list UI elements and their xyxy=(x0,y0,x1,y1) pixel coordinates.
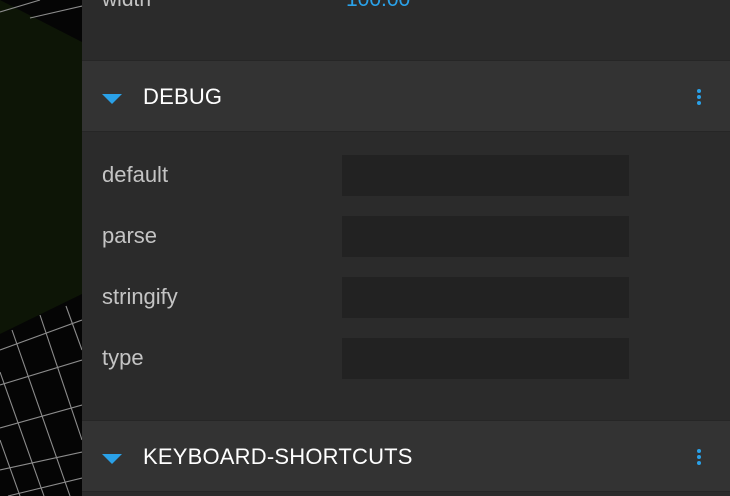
caret-down-icon[interactable] xyxy=(102,94,122,104)
property-row-parse: parse xyxy=(82,216,730,260)
3d-viewport[interactable] xyxy=(0,0,82,496)
vertical-dots-icon[interactable] xyxy=(694,449,704,469)
property-label-default: default xyxy=(102,162,169,187)
caret-down-icon[interactable] xyxy=(102,454,122,464)
property-input-stringify[interactable] xyxy=(342,277,629,318)
property-label-type: type xyxy=(102,345,144,370)
property-input-type[interactable] xyxy=(342,338,629,379)
property-row-stringify: stringify xyxy=(82,277,730,321)
width-label: width xyxy=(102,0,151,12)
property-row-type: type xyxy=(82,338,730,382)
3d-object xyxy=(0,0,82,334)
debug-section-header[interactable]: DEBUG xyxy=(82,60,730,132)
viewport-scene xyxy=(0,0,82,496)
property-label-parse: parse xyxy=(102,223,158,248)
vertical-dots-icon[interactable] xyxy=(694,89,704,109)
property-input-parse[interactable] xyxy=(342,216,629,257)
keyboard-shortcuts-section-header[interactable]: KEYBOARD-SHORTCUTS xyxy=(82,420,730,492)
debug-section-body: default parse stringify type xyxy=(82,133,730,420)
property-input-default[interactable] xyxy=(342,155,629,196)
debug-section-title: DEBUG xyxy=(143,84,223,109)
width-value[interactable]: 100.00 xyxy=(346,0,410,12)
inspector-panel: width 100.00 DEBUG default parse stringi… xyxy=(82,0,730,496)
property-label-stringify: stringify xyxy=(102,284,178,309)
property-row-default: default xyxy=(82,155,730,199)
width-row: width 100.00 xyxy=(82,0,730,60)
keyboard-shortcuts-section-title: KEYBOARD-SHORTCUTS xyxy=(143,444,413,469)
